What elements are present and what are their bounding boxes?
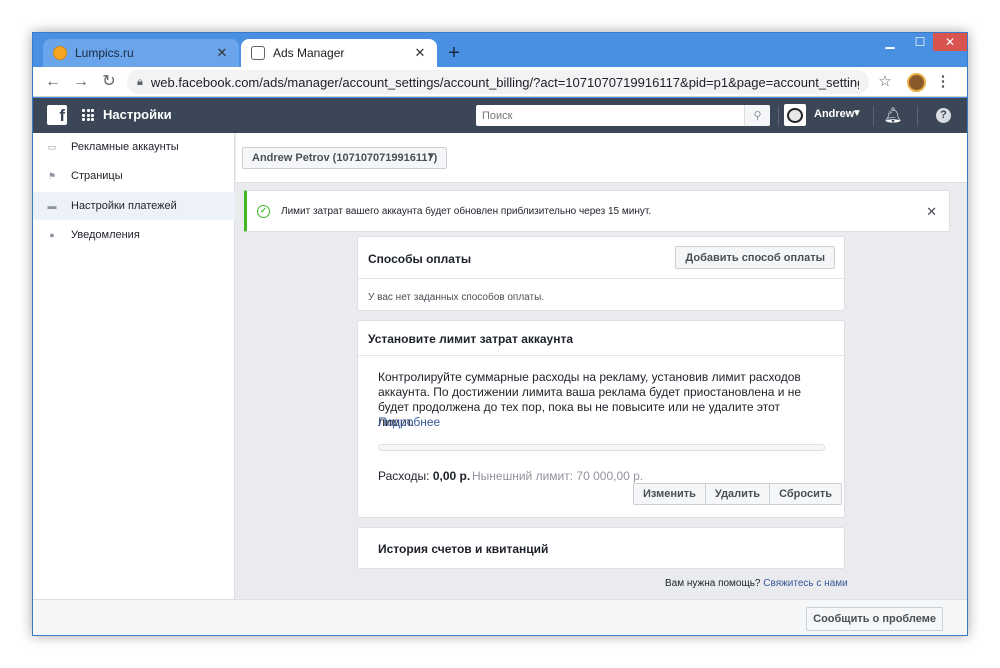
- header-divider: [917, 106, 918, 126]
- page-title: Настройки: [103, 107, 172, 122]
- card-header: Установите лимит затрат аккаунта: [358, 321, 844, 356]
- sidebar-item-label: Страницы: [71, 170, 123, 182]
- lock-icon: 🔒︎: [137, 75, 143, 88]
- tab-close-icon[interactable]: ✕: [215, 45, 229, 61]
- limit-description: Контролируйте суммарные расходы на рекла…: [378, 370, 802, 429]
- globe-icon: ●: [49, 230, 55, 240]
- forward-arrow-icon[interactable]: →: [71, 72, 91, 92]
- sidebar-item-label: Настройки платежей: [71, 200, 177, 212]
- sidebar-item-ad-accounts[interactable]: ▭ Рекламные аккаунты: [33, 133, 235, 161]
- reset-limit-button[interactable]: Сбросить: [770, 484, 841, 504]
- header-divider: [778, 106, 779, 126]
- sidebar-item-payment-settings[interactable]: ▬ Настройки платежей: [33, 192, 235, 220]
- chevron-down-icon: ▼: [426, 151, 436, 162]
- close-icon[interactable]: ✕: [926, 204, 937, 220]
- profile-avatar-icon[interactable]: [907, 73, 926, 92]
- user-menu-caret-icon[interactable]: ▼: [852, 108, 862, 119]
- credit-card-icon: ▬: [47, 201, 57, 211]
- help-icon[interactable]: ?: [936, 108, 951, 123]
- maximize-icon[interactable]: ☐: [905, 33, 935, 51]
- url-text: web.facebook.com/ads/manager/account_set…: [150, 74, 859, 90]
- spend-limit-card: Установите лимит затрат аккаунта Контрол…: [357, 320, 845, 518]
- lumpics-favicon-icon: [53, 46, 67, 60]
- success-notice: ✓ Лимит затрат вашего аккаунта будет обн…: [244, 190, 950, 232]
- spend-progress-bar: [378, 444, 825, 451]
- browser-toolbar: ← → ↻ 🔒︎ web.facebook.com/ads/manager/ac…: [33, 67, 967, 97]
- empty-state-text: У вас нет заданных способов оплаты.: [368, 292, 545, 303]
- search-input[interactable]: [476, 105, 744, 126]
- report-problem-button[interactable]: Сообщить о проблеме: [806, 607, 943, 631]
- flag-icon: ⚑: [47, 170, 57, 181]
- sidebar-item-label: Рекламные аккаунты: [71, 141, 179, 153]
- back-arrow-icon[interactable]: ←: [43, 72, 63, 92]
- user-name[interactable]: Andrew: [814, 108, 854, 120]
- main-content: ▭ Рекламные аккаунты ⚑ Страницы ▬ Настро…: [33, 133, 967, 599]
- card-title: История счетов и квитанций: [378, 542, 549, 556]
- billing-history-card[interactable]: История счетов и квитанций: [357, 527, 845, 569]
- avatar[interactable]: [784, 104, 806, 126]
- learn-more-link[interactable]: Подробнее: [378, 415, 440, 429]
- apps-grid-icon[interactable]: [82, 109, 94, 121]
- card-title: Установите лимит затрат аккаунта: [368, 332, 574, 346]
- payment-methods-card: Способы оплаты Добавить способ оплаты У …: [357, 236, 845, 311]
- browser-menu-icon[interactable]: ⋮: [935, 72, 951, 90]
- tab-lumpics[interactable]: Lumpics.ru ✕: [43, 39, 239, 67]
- header-divider: [873, 106, 874, 126]
- spend-value: 0,00 р.: [432, 469, 471, 483]
- spend-label: Расходы:: [378, 469, 430, 483]
- card-title: Способы оплаты: [368, 252, 472, 266]
- account-selector-label: Andrew Petrov (1071070719916117): [252, 152, 438, 164]
- check-circle-icon: ✓: [257, 204, 270, 218]
- sidebar-item-label: Уведомления: [71, 229, 140, 241]
- search-box: ⚲: [476, 105, 770, 126]
- bookmark-star-icon[interactable]: ☆: [875, 72, 895, 90]
- sidebar-item-notifications[interactable]: ● Уведомления: [33, 221, 235, 249]
- add-payment-method-button[interactable]: Добавить способ оплаты: [675, 246, 835, 269]
- search-icon[interactable]: ⚲: [744, 105, 770, 126]
- tab-close-icon[interactable]: ✕: [413, 45, 427, 61]
- facebook-logo-icon[interactable]: f: [47, 105, 67, 125]
- window-close-icon[interactable]: ✕: [933, 33, 967, 51]
- tab-title: Ads Manager: [273, 46, 345, 60]
- reload-icon[interactable]: ↻: [99, 72, 119, 92]
- new-tab-button[interactable]: +: [443, 42, 465, 64]
- settings-sidebar: ▭ Рекламные аккаунты ⚑ Страницы ▬ Настро…: [33, 133, 235, 599]
- page-footer: Сообщить о проблеме: [33, 599, 967, 635]
- account-selector-dropdown[interactable]: Andrew Petrov (1071070719916117) ▼: [242, 147, 447, 169]
- delete-limit-button[interactable]: Удалить: [706, 484, 771, 504]
- current-limit-text: Нынешний лимит: 70 000,00 р.: [472, 469, 644, 483]
- ads-manager-favicon-icon: [251, 46, 265, 60]
- tab-title: Lumpics.ru: [75, 46, 134, 60]
- tab-ads-manager[interactable]: Ads Manager ✕: [241, 39, 437, 67]
- notice-text: Лимит затрат вашего аккаунта будет обнов…: [281, 205, 652, 217]
- card-header: Способы оплаты Добавить способ оплаты: [358, 237, 844, 279]
- title-bar: Lumpics.ru ✕ Ads Manager ✕ + ▁ ☐ ✕: [33, 33, 967, 67]
- limit-button-group: Изменить Удалить Сбросить: [633, 483, 842, 505]
- ad-account-icon: ▭: [47, 141, 57, 152]
- change-limit-button[interactable]: Изменить: [634, 484, 706, 504]
- sidebar-item-pages[interactable]: ⚑ Страницы: [33, 162, 235, 190]
- address-bar[interactable]: 🔒︎ web.facebook.com/ads/manager/account_…: [127, 70, 869, 94]
- notifications-bell-icon[interactable]: 🔔︎: [883, 106, 903, 126]
- contact-us-link[interactable]: Свяжитесь с нами: [763, 578, 847, 589]
- facebook-header: f Настройки ⚲ Andrew ▼ 🔔︎ ?: [33, 98, 967, 133]
- minimize-icon[interactable]: ▁: [875, 33, 905, 51]
- help-line: Вам нужна помощь? Свяжитесь с нами: [665, 578, 848, 589]
- spend-amount: Расходы: 0,00 р.: [378, 469, 470, 483]
- account-bar: Andrew Petrov (1071070719916117) ▼: [236, 133, 967, 183]
- help-question: Вам нужна помощь?: [665, 578, 761, 589]
- browser-window: Lumpics.ru ✕ Ads Manager ✕ + ▁ ☐ ✕ ← → ↻…: [32, 32, 968, 636]
